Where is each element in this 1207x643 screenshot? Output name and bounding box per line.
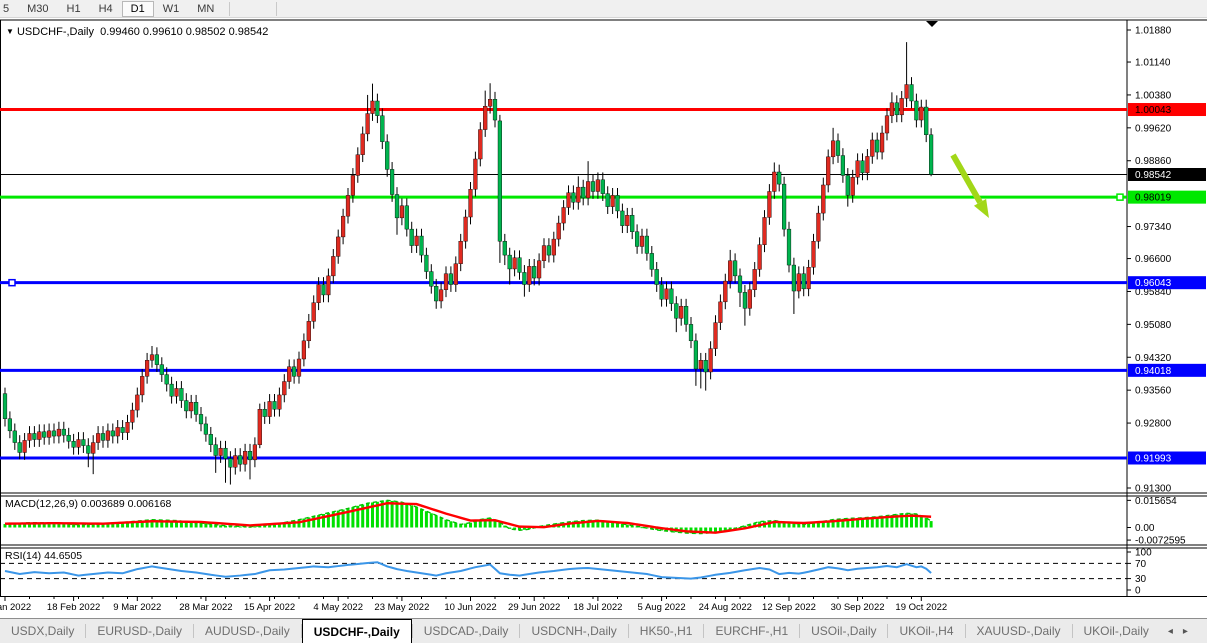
tab-usdcnh-daily[interactable]: USDCNH-,Daily bbox=[520, 619, 627, 643]
price-tick-label: 0.94320 bbox=[1135, 353, 1172, 364]
tab-usoil-daily[interactable]: USOil-,Daily bbox=[800, 619, 887, 643]
price-tick-label: 0.99620 bbox=[1135, 123, 1172, 134]
rsi-value: 44.6505 bbox=[44, 550, 82, 562]
chart-frame bbox=[0, 20, 1207, 597]
tab-eurusd-daily[interactable]: EURUSD-,Daily bbox=[86, 619, 193, 643]
rsi-name: RSI(14) bbox=[5, 550, 41, 562]
price-chart-svg[interactable]: 1.01880 1.01140 1.00380 0.99620 0.98860 0.973… bbox=[0, 18, 1207, 643]
price-badge-label: 0.94018 bbox=[1135, 366, 1172, 377]
date-tick-label: 31 Jan 2022 bbox=[0, 602, 31, 613]
toolbar-separator bbox=[276, 2, 277, 16]
toolbar-separator bbox=[229, 2, 230, 16]
price-tick-label: 0.95080 bbox=[1135, 320, 1172, 331]
tab-eurchf-h1[interactable]: EURCHF-,H1 bbox=[704, 619, 799, 643]
date-tick-label: 28 Mar 2022 bbox=[179, 602, 232, 613]
date-tick-label: 23 May 2022 bbox=[374, 602, 429, 613]
tab-audusd-daily[interactable]: AUDUSD-,Daily bbox=[194, 619, 301, 643]
timeframe-button-5[interactable]: 5 bbox=[0, 1, 18, 17]
price-tick-label: 0.93560 bbox=[1135, 386, 1172, 397]
date-tick-label: 29 Jun 2022 bbox=[508, 602, 560, 613]
timeframe-button-m30[interactable]: M30 bbox=[18, 1, 57, 17]
rsi-tick-label: 100 bbox=[1135, 548, 1152, 559]
down-arrow-annotation[interactable] bbox=[953, 155, 980, 202]
date-tick-label: 30 Sep 2022 bbox=[831, 602, 885, 613]
tab-ukoil-daily[interactable]: UKOil-,Daily bbox=[1073, 619, 1160, 643]
price-tick-label: 0.97340 bbox=[1135, 222, 1172, 233]
chart-ohlc-values: 0.99460 0.99610 0.98502 0.98542 bbox=[100, 26, 268, 38]
price-tick-label: 0.92800 bbox=[1135, 419, 1172, 430]
date-tick-label: 18 Jul 2022 bbox=[573, 602, 622, 613]
macd-tick-label: 0.00 bbox=[1135, 523, 1155, 534]
rsi-tick-label: 70 bbox=[1135, 559, 1147, 570]
date-tick-label: 12 Sep 2022 bbox=[762, 602, 816, 613]
macd-name: MACD(12,26,9) bbox=[5, 498, 78, 510]
tab-scroll-right-icon[interactable]: ▸ bbox=[1183, 626, 1188, 637]
chart-title: ▼ USDCHF-,Daily 0.99460 0.99610 0.98502 … bbox=[6, 26, 268, 38]
tab-scroll-left-icon[interactable]: ◂ bbox=[1168, 626, 1173, 637]
trading-platform-window: { "toolbar": { "timeframes": [ {"label":… bbox=[0, 0, 1207, 643]
tab-ukoil-h4[interactable]: UKOil-,H4 bbox=[888, 619, 964, 643]
price-tick-label: 0.96600 bbox=[1135, 254, 1172, 265]
timeframe-button-d1[interactable]: D1 bbox=[122, 1, 154, 17]
date-tick-label: 4 May 2022 bbox=[313, 602, 363, 613]
tab-scroll-controls: ◂▸ bbox=[1168, 619, 1196, 643]
macd-tick-label: 0.015654 bbox=[1135, 496, 1177, 507]
rsi-panel: 10070 300 bbox=[0, 548, 1152, 597]
date-tick-label: 18 Feb 2022 bbox=[47, 602, 100, 613]
macd-values: 0.003689 0.006168 bbox=[81, 498, 172, 510]
price-tick-label: 1.01140 bbox=[1135, 58, 1171, 69]
macd-panel: 0.015654 0.00 -0.0072595 bbox=[4, 496, 1187, 547]
price-badge-label: 0.98019 bbox=[1135, 193, 1172, 204]
date-tick-label: 5 Aug 2022 bbox=[638, 602, 686, 613]
tab-xauusd-daily[interactable]: XAUUSD-,Daily bbox=[966, 619, 1072, 643]
price-tick-label: 0.98860 bbox=[1135, 156, 1172, 167]
rsi-tick-label: 30 bbox=[1135, 574, 1147, 585]
price-tick-label: 1.00380 bbox=[1135, 90, 1172, 101]
timeframe-button-w1[interactable]: W1 bbox=[154, 1, 189, 17]
price-tick-label: 0.91300 bbox=[1135, 484, 1172, 495]
date-tick-label: 9 Mar 2022 bbox=[113, 602, 161, 613]
date-tick-label: 15 Apr 2022 bbox=[244, 602, 295, 613]
timeframe-button-h4[interactable]: H4 bbox=[90, 1, 122, 17]
timeframe-button-mn[interactable]: MN bbox=[188, 1, 223, 17]
date-tick-label: 19 Oct 2022 bbox=[895, 602, 947, 613]
rsi-line bbox=[5, 562, 931, 578]
date-tick-label: 10 Jun 2022 bbox=[444, 602, 496, 613]
rsi-tick-label: 0 bbox=[1135, 586, 1141, 597]
chart-symbol-label: USDCHF-,Daily bbox=[17, 26, 94, 38]
timeframe-button-h1[interactable]: H1 bbox=[58, 1, 90, 17]
down-arrow-head[interactable] bbox=[974, 199, 989, 218]
symbol-tab-bar: USDX,DailyEURUSD-,DailyAUDUSD-,DailyUSDC… bbox=[0, 618, 1207, 643]
macd-indicator-label: MACD(12,26,9) 0.003689 0.006168 bbox=[5, 498, 171, 510]
price-badge-label: 1.00043 bbox=[1135, 105, 1172, 116]
price-badge-label: 0.91993 bbox=[1135, 454, 1172, 465]
tab-usdchf-daily[interactable]: USDCHF-,Daily bbox=[302, 619, 412, 643]
date-tick-label: 24 Aug 2022 bbox=[699, 602, 752, 613]
macd-tick-label: -0.0072595 bbox=[1135, 536, 1186, 547]
price-badge-label: 0.96043 bbox=[1135, 278, 1172, 289]
line-handle[interactable] bbox=[1117, 194, 1123, 200]
price-badge-label: 0.98542 bbox=[1135, 170, 1172, 181]
symbol-dropdown-icon[interactable]: ▼ bbox=[6, 27, 14, 36]
tab-hk50-h1[interactable]: HK50-,H1 bbox=[629, 619, 704, 643]
rsi-indicator-label: RSI(14) 44.6505 bbox=[5, 550, 82, 562]
chart-shift-marker-icon[interactable] bbox=[926, 21, 938, 27]
line-handle[interactable] bbox=[9, 280, 15, 286]
tab-usdx-daily[interactable]: USDX,Daily bbox=[0, 619, 85, 643]
price-axis: 1.01880 1.01140 1.00380 0.99620 0.98860 0.973… bbox=[1127, 26, 1206, 495]
date-axis: 31 Jan 2022 18 Feb 2022 9 Mar 2022 28 Mar 2… bbox=[0, 597, 947, 614]
tab-usdcad-daily[interactable]: USDCAD-,Daily bbox=[413, 619, 520, 643]
timeframe-toolbar: 5M30H1H4D1W1MN bbox=[0, 0, 1207, 18]
price-tick-label: 1.01880 bbox=[1135, 26, 1172, 37]
